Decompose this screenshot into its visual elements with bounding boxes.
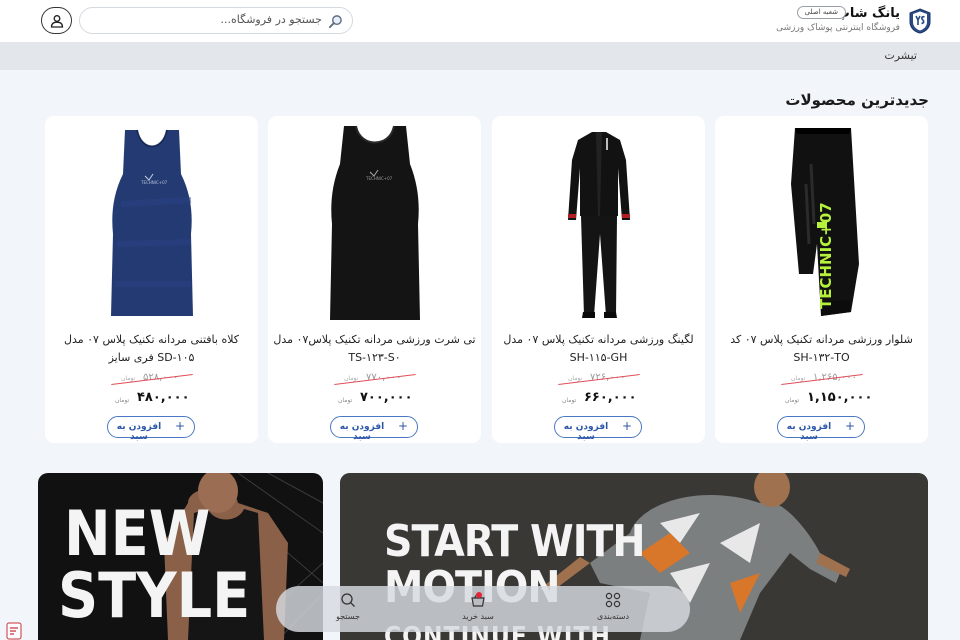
product-card[interactable]: TECHNIC+07 کلاه بافتنی مردانه تکنیک پلاس… <box>45 116 258 443</box>
section-title: جدیدترین محصولات <box>785 91 929 109</box>
user-icon <box>50 15 64 28</box>
old-price: ۷۲۶,۰۰۰ تومان <box>554 372 640 386</box>
price: ۱,۱۵۰,۰۰۰ تومان <box>777 390 872 408</box>
price-value: ۷۰۰,۰۰۰ <box>360 390 413 405</box>
bottom-navigation: دسته‌بندی سبد خرید جستجو <box>276 586 690 632</box>
svg-text:TECHNIC+07: TECHNIC+07 <box>365 176 393 181</box>
shop-logo[interactable] <box>909 8 931 34</box>
nav-item-cart[interactable]: سبد خرید <box>443 592 513 628</box>
user-account-button[interactable] <box>41 7 72 34</box>
svg-text:TECHNIC+07: TECHNIC+07 <box>817 202 835 309</box>
price-value: ۶۶۰,۰۰۰ <box>584 390 637 405</box>
product-image-navy-tank[interactable]: TECHNIC+07 <box>91 124 212 328</box>
price-unit: تومان <box>785 397 800 404</box>
category-tab-tshirt[interactable]: تیشرت <box>884 49 917 62</box>
category-bar: تیشرت <box>0 43 960 70</box>
plus-icon: + <box>844 419 855 433</box>
search-icon <box>341 593 355 607</box>
nav-item-search[interactable]: جستجو <box>313 592 383 628</box>
shop-name[interactable]: یانگ شاپ <box>837 6 900 21</box>
old-price: ۵۲۸,۰۰۰ تومان <box>107 372 193 386</box>
add-to-cart-label: افزودن به سبد <box>116 422 162 442</box>
add-to-cart-label: افزودن به سبد <box>563 422 609 442</box>
search-icon <box>328 15 342 29</box>
price-value: ۱,۱۵۰,۰۰۰ <box>807 390 873 405</box>
price-value: ۴۸۰,۰۰۰ <box>137 390 190 405</box>
product-title[interactable]: شلوار ورزشی مردانه تکنیک پلاس ۰۷ کد SH-۱… <box>717 331 926 367</box>
product-card[interactable]: لگینگ ورزشی مردانه تکنیک پلاس ۰۷ مدل SH-… <box>492 116 705 443</box>
trust-badge-icon[interactable] <box>6 622 22 640</box>
product-card[interactable]: TECHNIC+07 شلوار ورزشی مردانه تکنیک پلاس… <box>715 116 928 443</box>
nav-label-categories: دسته‌بندی <box>596 612 630 621</box>
price-unit: تومان <box>338 397 353 404</box>
shop-tagline: فروشگاه اینترنتی پوشاک ورزشی <box>776 23 900 33</box>
add-to-cart-button[interactable]: + افزودن به سبد <box>777 416 865 442</box>
cart-badge-dot <box>476 592 482 598</box>
product-title[interactable]: لگینگ ورزشی مردانه تکنیک پلاس ۰۷ مدل SH-… <box>494 331 703 367</box>
grid-icon <box>605 592 621 608</box>
nav-item-categories[interactable]: دسته‌بندی <box>578 592 648 628</box>
add-to-cart-label: افزودن به سبد <box>786 422 832 442</box>
price-unit: تومان <box>115 397 130 404</box>
old-price: ۷۷۰,۰۰۰ تومان <box>330 372 416 386</box>
price: ۴۸۰,۰۰۰ تومان <box>107 390 193 408</box>
add-to-cart-label: افزودن به سبد <box>339 422 385 442</box>
price-unit: تومان <box>562 397 577 404</box>
price: ۶۶۰,۰۰۰ تومان <box>554 390 640 408</box>
add-to-cart-button[interactable]: + افزودن به سبد <box>330 416 418 442</box>
banner-right-line1: START WITH <box>384 516 646 567</box>
product-title[interactable]: تی شرت ورزشی مردانه تکنیک پلاس۰۷ مدل TS-… <box>270 331 479 367</box>
search-input[interactable] <box>92 13 322 26</box>
plus-icon: + <box>621 419 632 433</box>
site-header: یانگ شاپ شعبه اصلی فروشگاه اینترنتی پوشا… <box>0 0 960 43</box>
nav-label-search: جستجو <box>336 612 360 621</box>
nav-label-cart: سبد خرید <box>462 612 494 621</box>
product-image-tracksuit[interactable] <box>538 124 659 328</box>
add-to-cart-button[interactable]: + افزودن به سبد <box>554 416 642 442</box>
product-image-shorts[interactable]: TECHNIC+07 <box>761 124 882 328</box>
add-to-cart-button[interactable]: + افزودن به سبد <box>107 416 195 442</box>
old-price: ۱,۲۶۵,۰۰۰ تومان <box>777 372 863 386</box>
plus-icon: + <box>397 419 408 433</box>
banner-left-line2: STYLE <box>58 559 251 632</box>
product-image-black-tank[interactable]: TECHNIC+07 <box>314 124 435 328</box>
price: ۷۰۰,۰۰۰ تومان <box>330 390 416 408</box>
search-bar[interactable] <box>79 7 353 34</box>
branch-badge[interactable]: شعبه اصلی <box>796 6 846 19</box>
product-card[interactable]: TECHNIC+07 تی شرت ورزشی مردانه تکنیک پلا… <box>268 116 481 443</box>
banner-left-line1: NEW <box>64 497 211 570</box>
svg-text:TECHNIC+07: TECHNIC+07 <box>140 180 168 185</box>
product-title[interactable]: کلاه بافتنی مردانه تکنیک پلاس ۰۷ مدل SD-… <box>47 331 256 367</box>
plus-icon: + <box>174 419 185 433</box>
